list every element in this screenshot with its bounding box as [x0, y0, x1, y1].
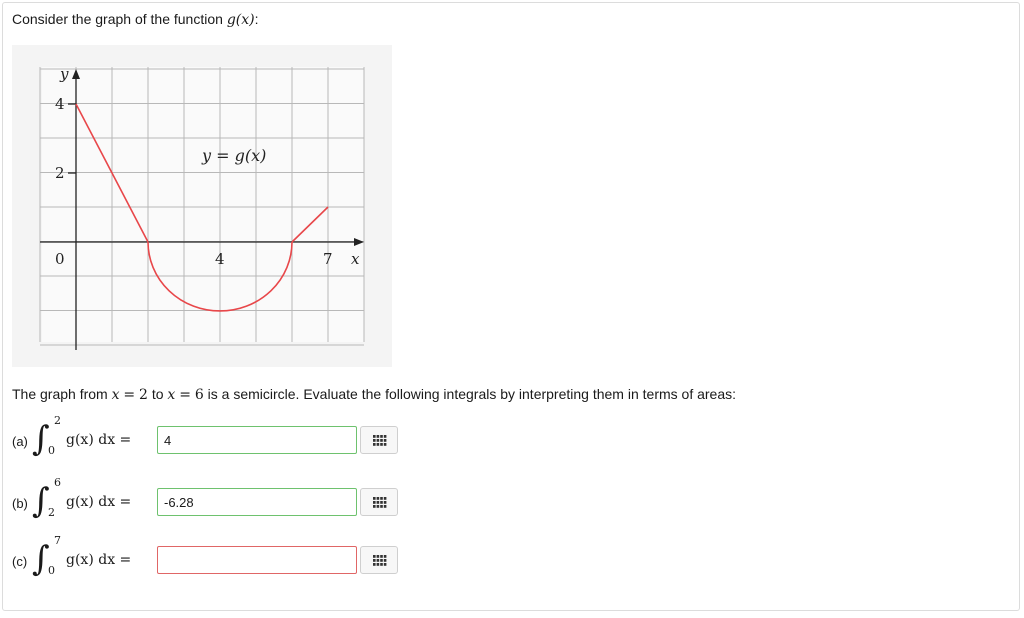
- keypad-icon: [373, 555, 387, 566]
- part-a-label: (a): [12, 434, 28, 449]
- keypad-dot: [383, 559, 387, 562]
- part-c-integrand: g(x) dx =: [66, 552, 132, 568]
- part-c-upper-limit: 7: [54, 534, 61, 547]
- desc-var-2: x: [167, 387, 176, 403]
- part-b-upper-limit: 6: [54, 476, 61, 489]
- keypad-dot: [376, 563, 380, 566]
- keypad-dot: [380, 563, 383, 566]
- desc-text-1: The graph from: [12, 386, 108, 402]
- keypad-dot: [376, 501, 380, 504]
- part-c-label: (c): [12, 554, 28, 569]
- question-prompt: Consider the graph of the function g(x):: [12, 11, 258, 28]
- desc-var-1: x: [111, 387, 120, 403]
- part-b-integrand: g(x) dx =: [66, 494, 132, 510]
- part-c-lower-limit: 0: [48, 564, 55, 577]
- part-b-keypad-button[interactable]: [360, 488, 398, 516]
- keypad-dot: [380, 505, 383, 508]
- part-b-lower-limit: 2: [48, 506, 55, 519]
- keypad-dot: [383, 501, 387, 504]
- part-a-lower-limit: 0: [48, 444, 55, 457]
- keypad-icon: [373, 435, 387, 446]
- keypad-dot: [373, 555, 376, 558]
- keypad-dot: [380, 439, 383, 442]
- keypad-dot: [383, 555, 387, 558]
- part-a: (a) ∫ 2 0 g(x) dx =: [12, 414, 398, 460]
- part-b: (b) ∫ 6 2 g(x) dx =: [12, 476, 398, 522]
- part-c-answer-input[interactable]: [157, 546, 357, 574]
- part-b-integral: ∫ 6 2: [32, 476, 62, 522]
- prompt-function: g(x): [226, 12, 255, 28]
- graph-svg: y 4 2 0 4 7 x y = g(x): [39, 65, 365, 350]
- keypad-dot: [380, 559, 383, 562]
- keypad-dot: [376, 505, 380, 508]
- keypad-dot: [383, 505, 387, 508]
- keypad-dot: [376, 555, 380, 558]
- keypad-dot: [380, 497, 383, 500]
- keypad-dot: [380, 435, 383, 438]
- keypad-dot: [380, 555, 383, 558]
- part-a-integrand: g(x) dx =: [66, 432, 132, 448]
- part-a-keypad-button[interactable]: [360, 426, 398, 454]
- desc-value-2: 6: [194, 387, 204, 403]
- keypad-dot: [380, 501, 383, 504]
- keypad-dot: [373, 435, 376, 438]
- keypad-dot: [373, 443, 376, 446]
- keypad-dot: [383, 439, 387, 442]
- keypad-dot: [373, 501, 376, 504]
- keypad-dot: [373, 559, 376, 562]
- x-axis-label: x: [351, 250, 360, 268]
- y-axis-label: y: [59, 65, 69, 83]
- keypad-dot: [376, 439, 380, 442]
- y-tick-label-2: 2: [55, 164, 65, 182]
- keypad-dot: [376, 559, 380, 562]
- desc-text-3: is a semicircle. Evaluate the following …: [207, 386, 737, 402]
- part-a-integral: ∫ 2 0: [32, 414, 62, 460]
- function-label: y = g(x): [201, 146, 266, 165]
- function-graph: y 4 2 0 4 7 x y = g(x): [12, 45, 392, 367]
- y-tick-label-4: 4: [55, 95, 65, 113]
- keypad-dot: [380, 443, 383, 446]
- keypad-dot: [383, 497, 387, 500]
- part-c: (c) ∫ 7 0 g(x) dx =: [12, 534, 398, 580]
- desc-value-1: 2: [139, 387, 148, 403]
- desc-eq-2: =: [179, 387, 191, 403]
- keypad-dot: [376, 435, 380, 438]
- keypad-dot: [373, 563, 376, 566]
- x-tick-label-0: 0: [55, 250, 65, 268]
- keypad-dot: [376, 497, 380, 500]
- part-a-answer-input[interactable]: [157, 426, 357, 454]
- keypad-dot: [383, 443, 387, 446]
- graph-plot-area: [42, 67, 364, 342]
- keypad-dot: [383, 435, 387, 438]
- prompt-colon: :: [254, 11, 259, 27]
- semicircle-description: The graph from x = 2 to x = 6 is a semic…: [12, 386, 736, 403]
- part-b-label: (b): [12, 496, 28, 511]
- part-b-answer-input[interactable]: [157, 488, 357, 516]
- x-tick-label-7: 7: [323, 250, 333, 268]
- keypad-dot: [376, 443, 380, 446]
- prompt-text: Consider the graph of the function: [12, 11, 223, 27]
- part-c-keypad-button[interactable]: [360, 546, 398, 574]
- keypad-dot: [373, 497, 376, 500]
- desc-eq-1: =: [123, 387, 136, 403]
- keypad-icon: [373, 497, 387, 508]
- part-c-integral: ∫ 7 0: [32, 534, 62, 580]
- keypad-dot: [373, 439, 376, 442]
- x-tick-label-4: 4: [215, 250, 225, 268]
- desc-text-2: to: [151, 386, 164, 402]
- keypad-dot: [383, 563, 387, 566]
- keypad-dot: [373, 505, 376, 508]
- part-a-upper-limit: 2: [54, 414, 61, 427]
